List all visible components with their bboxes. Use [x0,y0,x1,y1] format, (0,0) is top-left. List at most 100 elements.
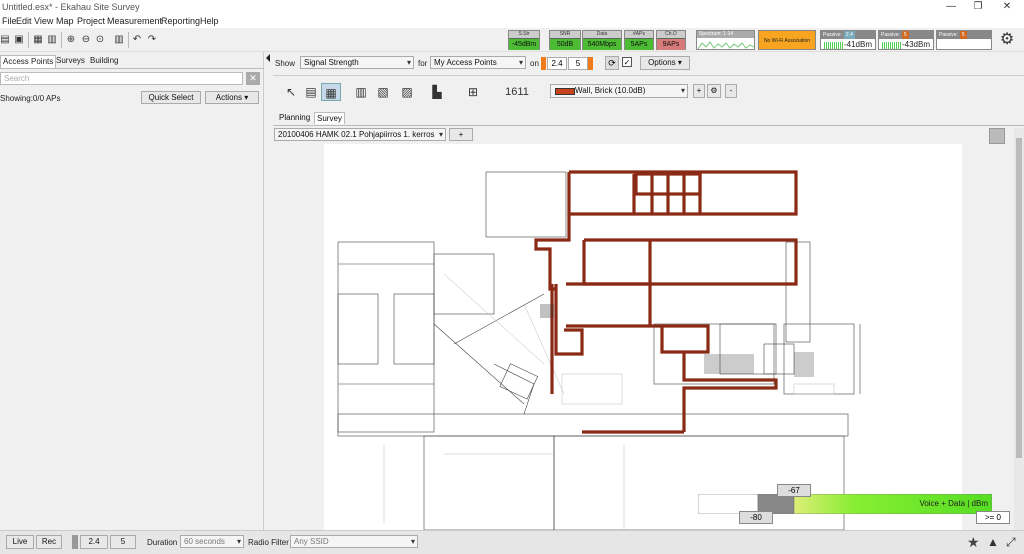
passive-label: Passive: [823,32,842,38]
wall-type-label: Wall, Brick (10.0dB) [575,86,646,95]
band-24-indicator [541,57,546,70]
actions-label: Actions [215,93,242,102]
band-5-toggle[interactable]: 5 [568,57,588,70]
signal-bars-icon [882,42,902,49]
toolbar-separator [128,32,129,48]
channel-overlap-tile[interactable]: Ch.O 9APs [656,30,686,50]
signal-strength-tile[interactable]: S.Str -45dBm [508,30,540,50]
numbered-tool-icon[interactable]: 1611 [501,83,533,101]
zoom-out-icon[interactable]: ⊖ [79,32,93,46]
zoom-in-icon[interactable]: ⊕ [64,32,78,46]
quick-select-button[interactable]: Quick Select [141,91,201,104]
wall-draw-icon[interactable]: ▤ [301,83,321,101]
floor-icon[interactable]: ▙ [427,83,447,101]
tab-surveys[interactable]: Surveys [54,55,87,68]
access-point-icon[interactable]: ⊞ [463,83,483,101]
menu-bar: File Edit View Map Project Measurement R… [0,14,1024,28]
note-icon[interactable]: ▨ [397,83,417,101]
live-button[interactable]: Live [6,535,34,549]
menu-reporting[interactable]: Reporting [161,16,200,26]
display-checkbox[interactable]: ✓ [622,57,632,67]
actions-button[interactable]: Actions ▾ [205,91,259,104]
legend-threshold-top[interactable]: -67 [777,484,811,497]
tab-planning[interactable]: Planning [277,112,312,123]
band-badge: 5 [959,31,967,39]
open-icon[interactable]: ▤ [0,32,12,46]
fullscreen-icon[interactable]: ⤢ [1006,535,1016,550]
menu-file[interactable]: File [2,16,17,26]
refresh-icon[interactable]: ⟳ [605,56,619,70]
restore-icon[interactable]: ❐ [965,0,991,14]
collapse-up-icon[interactable]: ▲ [987,535,999,549]
legend-label: Voice + Data | dBm [919,499,988,508]
redo-icon[interactable]: ↷ [145,32,159,46]
band-24-indicator [72,535,78,549]
menu-help[interactable]: Help [200,16,219,26]
menu-project[interactable]: Project [77,16,105,26]
rec-button[interactable]: Rec [36,535,62,549]
wall-type-icon[interactable]: ▦ [321,83,341,101]
select-pointer-icon[interactable]: ↖ [281,83,301,101]
tab-building[interactable]: Building [88,55,120,68]
menu-edit[interactable]: Edit [16,16,32,26]
passive-5-tile[interactable]: Passive: 5 -43dBm [878,30,934,50]
passive-24-tile[interactable]: Passive: 2.4 -41dBm [820,30,876,50]
radio-filter-select[interactable]: Any SSID [290,535,418,548]
options-button[interactable]: Options ▾ [640,56,690,70]
for-select[interactable]: My Access Points [430,56,526,69]
menu-view[interactable]: View [34,16,53,26]
options-label: Options [648,58,676,67]
show-select[interactable]: Signal Strength [300,56,414,69]
map-thumbnail-icon[interactable] [989,128,1005,144]
tab-access-points[interactable]: Access Points [0,55,57,68]
search-input[interactable]: Search [0,72,243,85]
vertical-scrollbar[interactable] [1014,128,1024,530]
wall-settings-gear-icon[interactable]: ⚙ [707,84,721,98]
passive-value: -43dBm [901,40,930,49]
toolbar-separator [28,32,29,48]
menu-map[interactable]: Map [56,16,74,26]
remove-wall-type-button[interactable]: - [725,84,737,98]
area-icon[interactable]: ▧ [373,83,393,101]
tab-survey[interactable]: Survey [314,112,345,124]
save-icon[interactable]: ▣ [12,32,26,46]
clear-search-icon[interactable]: ✕ [246,72,260,85]
table-icon[interactable]: ▥ [45,32,59,46]
band-24-toggle[interactable]: 2.4 [547,57,567,70]
ap-count-tile[interactable]: #APs 5APs [624,30,654,50]
duration-select[interactable]: 60 seconds [180,535,244,548]
legend-threshold-high[interactable]: >= 0 [976,511,1010,524]
menu-measurement[interactable]: Measurement [107,16,162,26]
minimize-icon[interactable]: — [938,0,964,14]
map-select[interactable]: 20100406 HAMK 02.1 Pohjapiirros 1. kerro… [274,128,446,141]
scrollbar-thumb[interactable] [1016,138,1022,458]
band-badge: 5 [901,31,909,39]
panel-splitter[interactable] [265,52,273,530]
wall-type-select[interactable]: Wall, Brick (10.0dB) [550,84,688,98]
wall-color-swatch [555,88,575,95]
spectrum-tile[interactable]: Spectrum: 1-14 [696,30,755,50]
attenuation-area-icon[interactable]: ▥ [351,83,371,101]
close-icon[interactable]: ✕ [994,0,1020,14]
add-map-button[interactable]: + [449,128,473,141]
floor-plan-map[interactable] [324,144,962,531]
band-24-button[interactable]: 2.4 [80,535,108,549]
settings-gear-icon[interactable]: ⚙ [998,31,1016,49]
chart-icon[interactable]: ▥ [112,32,126,46]
zoom-fit-icon[interactable]: ⊙ [93,32,107,46]
passive-5b-tile[interactable]: Passive: 5 [936,30,992,50]
add-wall-type-button[interactable]: + [693,84,705,98]
undo-icon[interactable]: ↶ [130,32,144,46]
passive-value: -41dBm [843,40,872,49]
wifi-association-tile[interactable]: No Wi-Fi Association [758,30,816,50]
snr-tile[interactable]: SNR 50dB [549,30,581,50]
signal-bars-icon [824,42,844,49]
toolbar-separator [61,32,62,48]
collapse-arrow-icon[interactable] [266,54,270,62]
favorite-star-icon[interactable]: ★ [967,534,980,551]
grid-icon[interactable]: ▦ [31,32,45,46]
band-5-button[interactable]: 5 [110,535,136,549]
show-label: Show [275,59,296,68]
data-rate-tile[interactable]: Data 540Mbps [582,30,622,50]
legend-threshold-low[interactable]: -80 [739,511,773,524]
